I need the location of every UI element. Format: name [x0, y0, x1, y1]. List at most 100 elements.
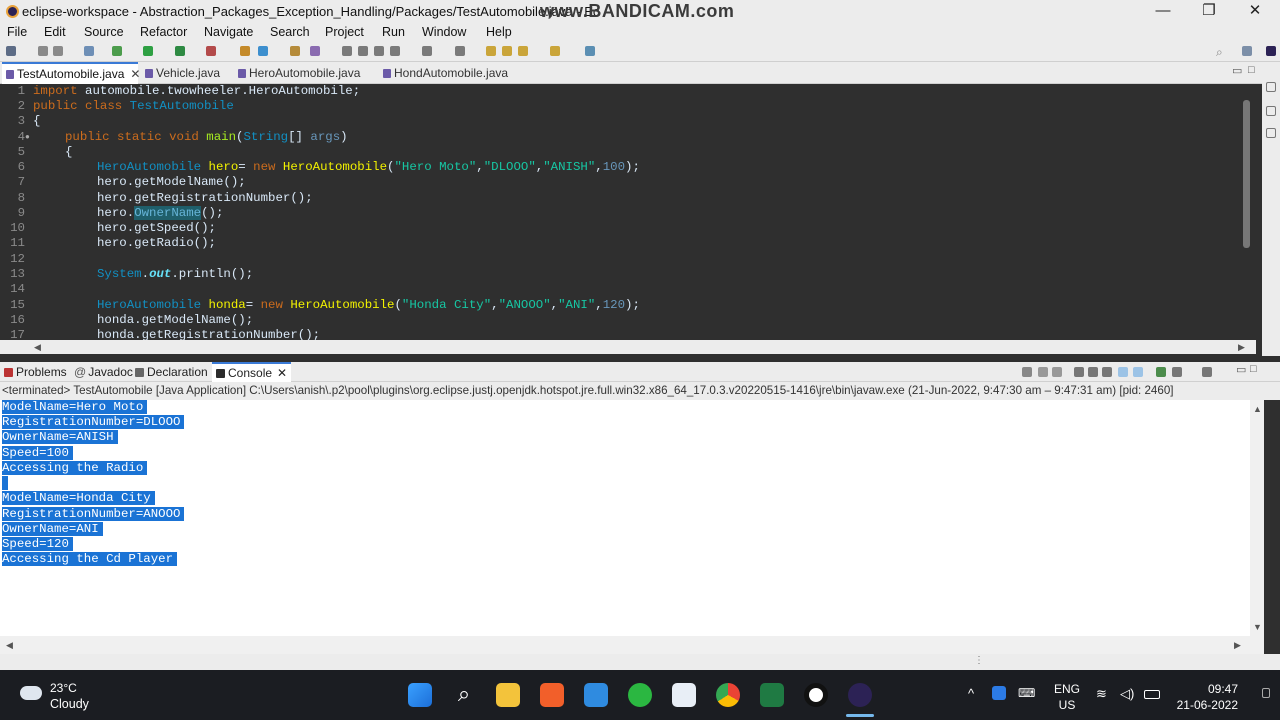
- editor-scrollbar-thumb[interactable]: [1243, 100, 1250, 248]
- terminate-icon[interactable]: [1022, 367, 1032, 377]
- close-tab-icon[interactable]: ✕: [277, 366, 287, 380]
- debug-icon[interactable]: [112, 46, 122, 56]
- word-wrap-icon[interactable]: [374, 46, 384, 56]
- show-on-output-icon[interactable]: [1118, 367, 1128, 377]
- scroll-right-icon[interactable]: ▶: [1238, 342, 1245, 353]
- wifi-icon[interactable]: ≋: [1096, 686, 1107, 702]
- notepad-app-icon[interactable]: [672, 683, 696, 707]
- terminal-icon[interactable]: [84, 46, 94, 56]
- display-console-icon[interactable]: [1172, 367, 1182, 377]
- pin-editor-icon[interactable]: [455, 46, 465, 56]
- coverage-icon[interactable]: [175, 46, 185, 56]
- volume-icon[interactable]: ◁): [1120, 686, 1134, 702]
- menu-source[interactable]: Source: [84, 25, 124, 39]
- minimize-button[interactable]: —: [1140, 0, 1186, 24]
- microsoft-store-icon[interactable]: [584, 683, 608, 707]
- back-icon[interactable]: [502, 46, 512, 56]
- search-icon[interactable]: ⌕: [1216, 45, 1223, 60]
- bandicam-record-icon[interactable]: [804, 683, 828, 707]
- language-indicator[interactable]: ENG US: [1054, 681, 1080, 713]
- remove-all-icon[interactable]: [1052, 367, 1062, 377]
- minimize-editor-icon[interactable]: ▭: [1232, 64, 1242, 77]
- menu-run[interactable]: Run: [382, 25, 405, 39]
- menu-edit[interactable]: Edit: [44, 25, 66, 39]
- remove-launch-icon[interactable]: [1038, 367, 1048, 377]
- open-console-icon[interactable]: [585, 46, 595, 56]
- excel-icon[interactable]: [760, 683, 784, 707]
- clear-console-icon[interactable]: [1074, 367, 1084, 377]
- chrome-icon[interactable]: [716, 683, 740, 707]
- open-perspective-icon[interactable]: [1242, 46, 1252, 56]
- tab-heroautomobile[interactable]: HeroAutomobile.java: [234, 62, 360, 84]
- tab-hondautomobile[interactable]: HondAutomobile.java: [379, 62, 508, 84]
- tab-javadoc[interactable]: @ Javadoc: [74, 362, 133, 382]
- new-java-project-icon[interactable]: [240, 46, 250, 56]
- show-hidden-icons-icon[interactable]: ^: [968, 686, 974, 701]
- whatsapp-icon[interactable]: [628, 683, 652, 707]
- word-wrap-console-icon[interactable]: [1102, 367, 1112, 377]
- open-console-menu-icon[interactable]: [1202, 367, 1212, 377]
- scroll-lock-icon[interactable]: [1088, 367, 1098, 377]
- whitespace-icon[interactable]: [390, 46, 400, 56]
- file-explorer-icon[interactable]: [496, 683, 520, 707]
- keyboard-icon[interactable]: ⌨: [1018, 686, 1035, 700]
- minimize-panel-icon[interactable]: ▭: [1236, 363, 1246, 376]
- console-horizontal-scrollbar[interactable]: ◀ ▶: [0, 636, 1264, 654]
- console-vertical-scrollbar[interactable]: ▲ ▼: [1250, 400, 1264, 636]
- forward-icon[interactable]: [550, 46, 560, 56]
- block-select-icon[interactable]: [358, 46, 368, 56]
- cloud-icon[interactable]: [20, 686, 42, 700]
- external-tools-icon[interactable]: [206, 46, 216, 56]
- scroll-up-icon[interactable]: ▲: [1253, 404, 1262, 414]
- save-icon[interactable]: [38, 46, 48, 56]
- forward-arrow-icon[interactable]: [518, 46, 528, 56]
- open-type-icon[interactable]: [290, 46, 300, 56]
- scroll-right-icon[interactable]: ▶: [1234, 640, 1241, 651]
- menu-window[interactable]: Window: [422, 25, 466, 39]
- menu-help[interactable]: Help: [486, 25, 512, 39]
- outline-icon[interactable]: [1266, 82, 1276, 92]
- console-output[interactable]: ModelName=Hero Moto RegistrationNumber=D…: [0, 400, 1250, 636]
- tab-declaration[interactable]: Declaration: [135, 362, 208, 382]
- tab-console[interactable]: Console ✕: [212, 362, 292, 382]
- menu-search[interactable]: Search: [270, 25, 310, 39]
- scroll-left-icon[interactable]: ◀: [34, 342, 41, 353]
- notification-icon[interactable]: [1262, 688, 1270, 698]
- brave-icon[interactable]: [540, 683, 564, 707]
- search-tool-icon[interactable]: [310, 46, 320, 56]
- new-package-icon[interactable]: [258, 46, 268, 56]
- menu-navigate[interactable]: Navigate: [204, 25, 253, 39]
- hierarchy-icon[interactable]: [1266, 128, 1276, 138]
- tab-testautomobile[interactable]: TestAutomobile.java ✕: [2, 62, 140, 84]
- editor-horizontal-scrollbar[interactable]: ◀ ▶: [0, 340, 1256, 354]
- weather-description[interactable]: Cloudy: [50, 697, 89, 711]
- menu-file[interactable]: File: [7, 25, 27, 39]
- defender-icon[interactable]: [992, 686, 1006, 700]
- windows-start-icon[interactable]: [408, 683, 432, 707]
- eclipse-icon[interactable]: [848, 683, 872, 707]
- tab-problems[interactable]: Problems: [4, 362, 67, 382]
- weather-temperature[interactable]: 23°C: [50, 681, 77, 695]
- fold-marker-icon[interactable]: ●: [25, 130, 30, 145]
- close-button[interactable]: ✕: [1232, 0, 1278, 24]
- pin-console-icon[interactable]: [1156, 367, 1166, 377]
- java-perspective-icon[interactable]: [1266, 46, 1276, 56]
- next-annotation-icon[interactable]: [422, 46, 432, 56]
- maximize-panel-icon[interactable]: □: [1250, 363, 1257, 375]
- menu-project[interactable]: Project: [325, 25, 364, 39]
- maximize-editor-icon[interactable]: □: [1248, 64, 1255, 76]
- save-all-icon[interactable]: [53, 46, 63, 56]
- menu-refactor[interactable]: Refactor: [140, 25, 187, 39]
- code-editor[interactable]: 1 import automobile.twowheeler.HeroAutomo…: [0, 84, 1256, 340]
- search-icon[interactable]: ⌕: [452, 683, 476, 707]
- new-icon[interactable]: [6, 46, 16, 56]
- task-list-icon[interactable]: [1266, 106, 1276, 116]
- run-icon[interactable]: [143, 46, 153, 56]
- battery-icon[interactable]: [1144, 690, 1160, 699]
- scroll-left-icon[interactable]: ◀: [6, 640, 13, 651]
- show-on-error-icon[interactable]: [1133, 367, 1143, 377]
- last-edit-icon[interactable]: [486, 46, 496, 56]
- scroll-down-icon[interactable]: ▼: [1253, 622, 1262, 632]
- close-tab-icon[interactable]: ✕: [130, 67, 140, 81]
- tab-vehicle[interactable]: Vehicle.java: [141, 62, 220, 84]
